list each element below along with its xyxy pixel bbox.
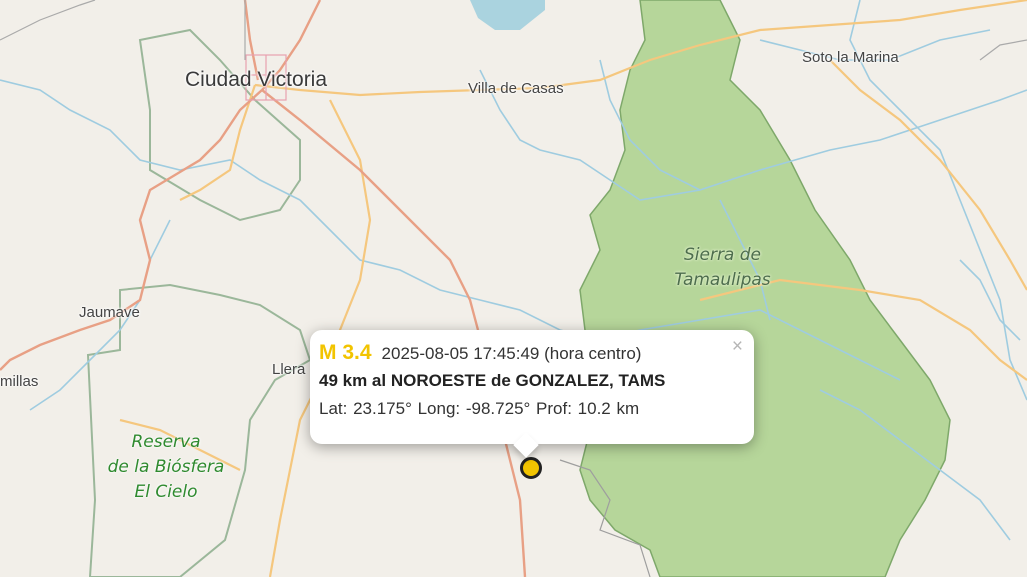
label-llera: Llera bbox=[272, 361, 306, 378]
earthquake-marker[interactable] bbox=[520, 457, 542, 479]
label-millas: millas bbox=[0, 373, 39, 390]
map-view[interactable]: Ciudad Victoria Villa de Casas Soto la M… bbox=[0, 0, 1027, 577]
earthquake-popup: × M 3.4 2025-08-05 17:45:49 (hora centro… bbox=[310, 330, 754, 458]
label-sierra-de-tamaulipas: Sierra de Tamaulipas bbox=[660, 243, 785, 293]
label-reserva-line-3: El Cielo bbox=[134, 482, 198, 502]
popup-header: M 3.4 2025-08-05 17:45:49 (hora centro) bbox=[319, 341, 744, 365]
label-jaumave: Jaumave bbox=[79, 304, 140, 321]
magnitude-value: M 3.4 bbox=[319, 341, 372, 364]
event-coordinates: Lat: 23.175° Long: -98.725° Prof: 10.2 k… bbox=[319, 399, 640, 418]
label-villa-de-casas: Villa de Casas bbox=[468, 80, 564, 97]
label-soto-la-marina: Soto la Marina bbox=[802, 49, 899, 66]
label-reserva-line-2: de la Biósfera bbox=[107, 457, 225, 477]
label-sierra-line-1: Sierra de bbox=[683, 245, 762, 265]
close-icon[interactable]: × bbox=[732, 337, 743, 356]
label-reserva-el-cielo: Reserva de la Biósfera El Cielo bbox=[93, 430, 239, 505]
label-sierra-line-2: Tamaulipas bbox=[674, 270, 771, 290]
event-location: 49 km al NOROESTE de GONZALEZ, TAMS bbox=[319, 371, 666, 390]
event-datetime: 2025-08-05 17:45:49 (hora centro) bbox=[381, 344, 642, 363]
label-ciudad-victoria: Ciudad Victoria bbox=[185, 68, 328, 91]
label-reserva-line-1: Reserva bbox=[131, 432, 201, 452]
popup-content: M 3.4 2025-08-05 17:45:49 (hora centro) … bbox=[310, 330, 754, 419]
